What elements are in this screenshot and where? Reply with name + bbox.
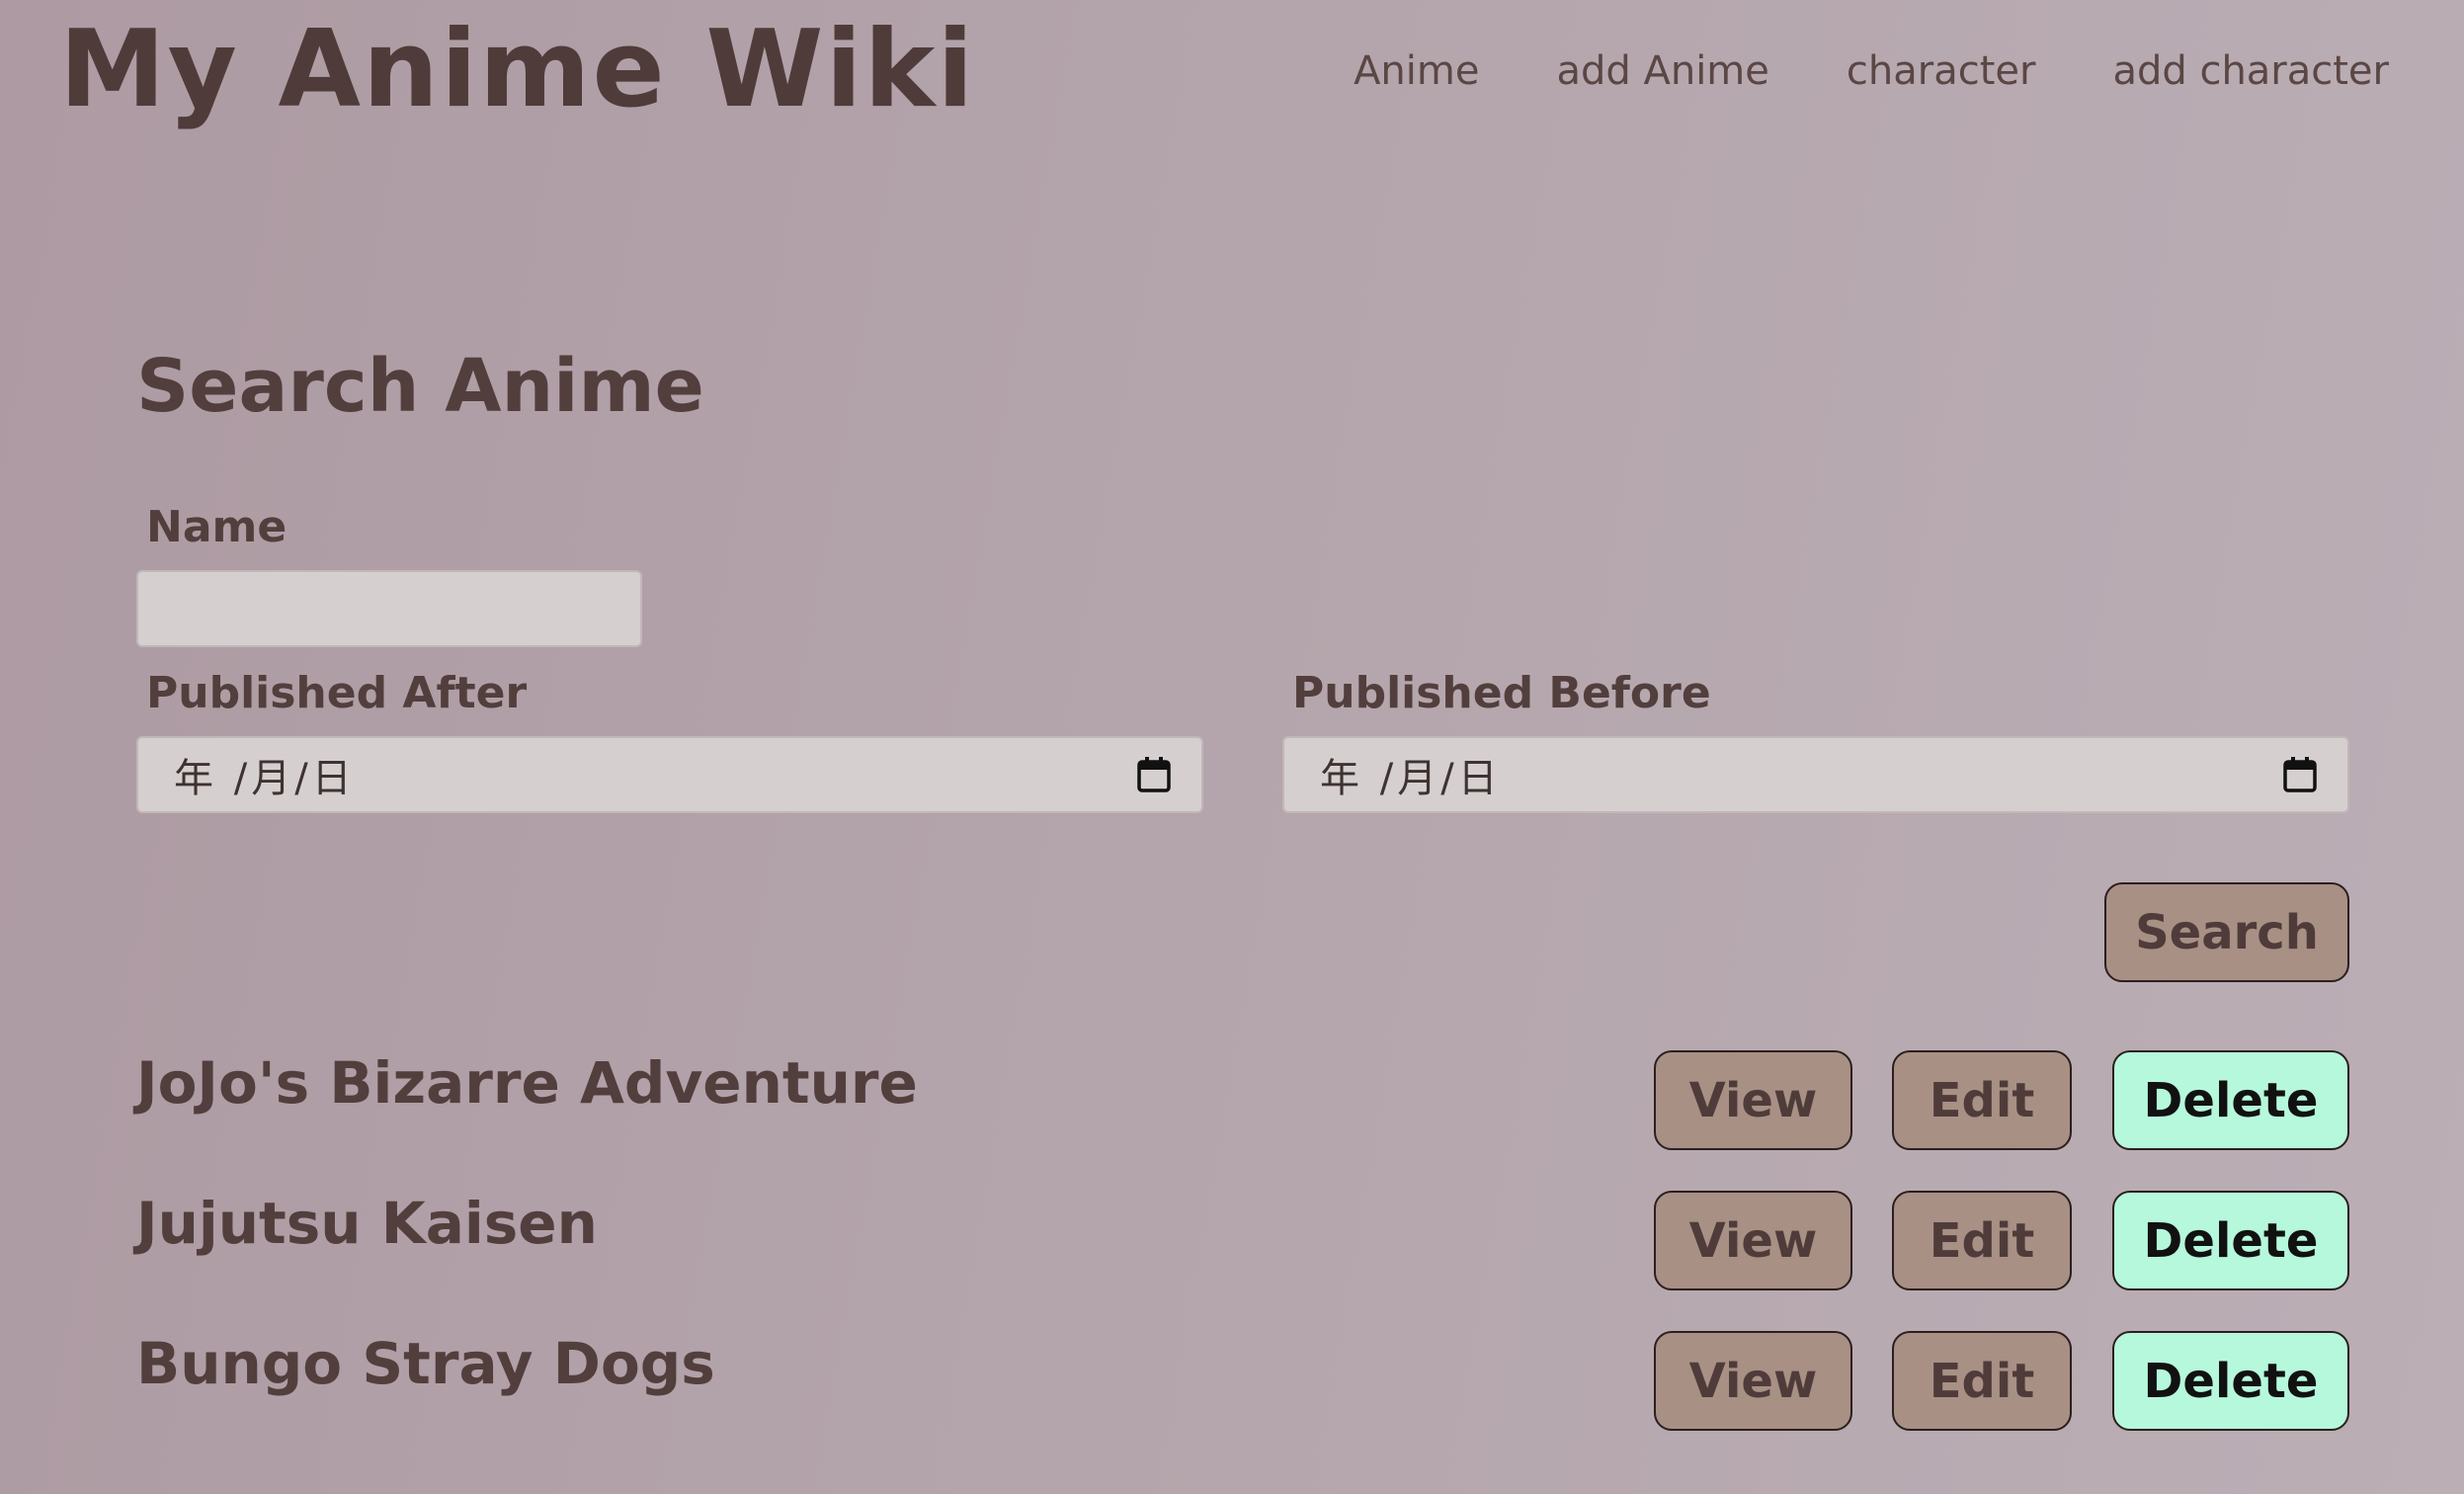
anime-title: JoJo's Bizarre Adventure (136, 1049, 918, 1117)
edit-button[interactable]: Edit (1892, 1191, 2072, 1290)
search-button[interactable]: Search (2104, 882, 2349, 982)
search-heading: Search Anime (136, 344, 704, 429)
view-button[interactable]: View (1654, 1050, 1852, 1150)
top-nav: Anime add Anime character add character (1354, 43, 2389, 99)
nav-link-add-anime[interactable]: add Anime (1556, 43, 1768, 99)
calendar-icon[interactable] (1136, 756, 1172, 793)
published-after-input[interactable]: 年 /月/日 (136, 736, 1203, 813)
name-input[interactable] (136, 570, 642, 647)
view-button[interactable]: View (1654, 1191, 1852, 1290)
delete-button[interactable]: Delete (2112, 1050, 2349, 1150)
anime-title: Jujutsu Kaisen (136, 1190, 598, 1257)
published-after-placeholder: 年 /月/日 (174, 756, 356, 801)
delete-button[interactable]: Delete (2112, 1331, 2349, 1431)
view-button[interactable]: View (1654, 1331, 1852, 1431)
published-before-label: Published Before (1292, 668, 1711, 718)
published-before-input[interactable]: 年 /月/日 (1282, 736, 2349, 813)
name-label: Name (146, 502, 287, 552)
edit-button[interactable]: Edit (1892, 1331, 2072, 1431)
delete-button[interactable]: Delete (2112, 1191, 2349, 1290)
published-before-placeholder: 年 /月/日 (1320, 756, 1502, 801)
nav-link-add-character[interactable]: add character (2112, 43, 2389, 99)
published-after-label: Published After (146, 668, 528, 718)
nav-link-anime[interactable]: Anime (1354, 43, 1479, 99)
nav-link-character[interactable]: character (1847, 43, 2036, 99)
site-title: My Anime Wiki (59, 8, 976, 131)
edit-button[interactable]: Edit (1892, 1050, 2072, 1150)
calendar-icon[interactable] (2282, 756, 2318, 793)
anime-title: Bungo Stray Dogs (136, 1330, 715, 1397)
